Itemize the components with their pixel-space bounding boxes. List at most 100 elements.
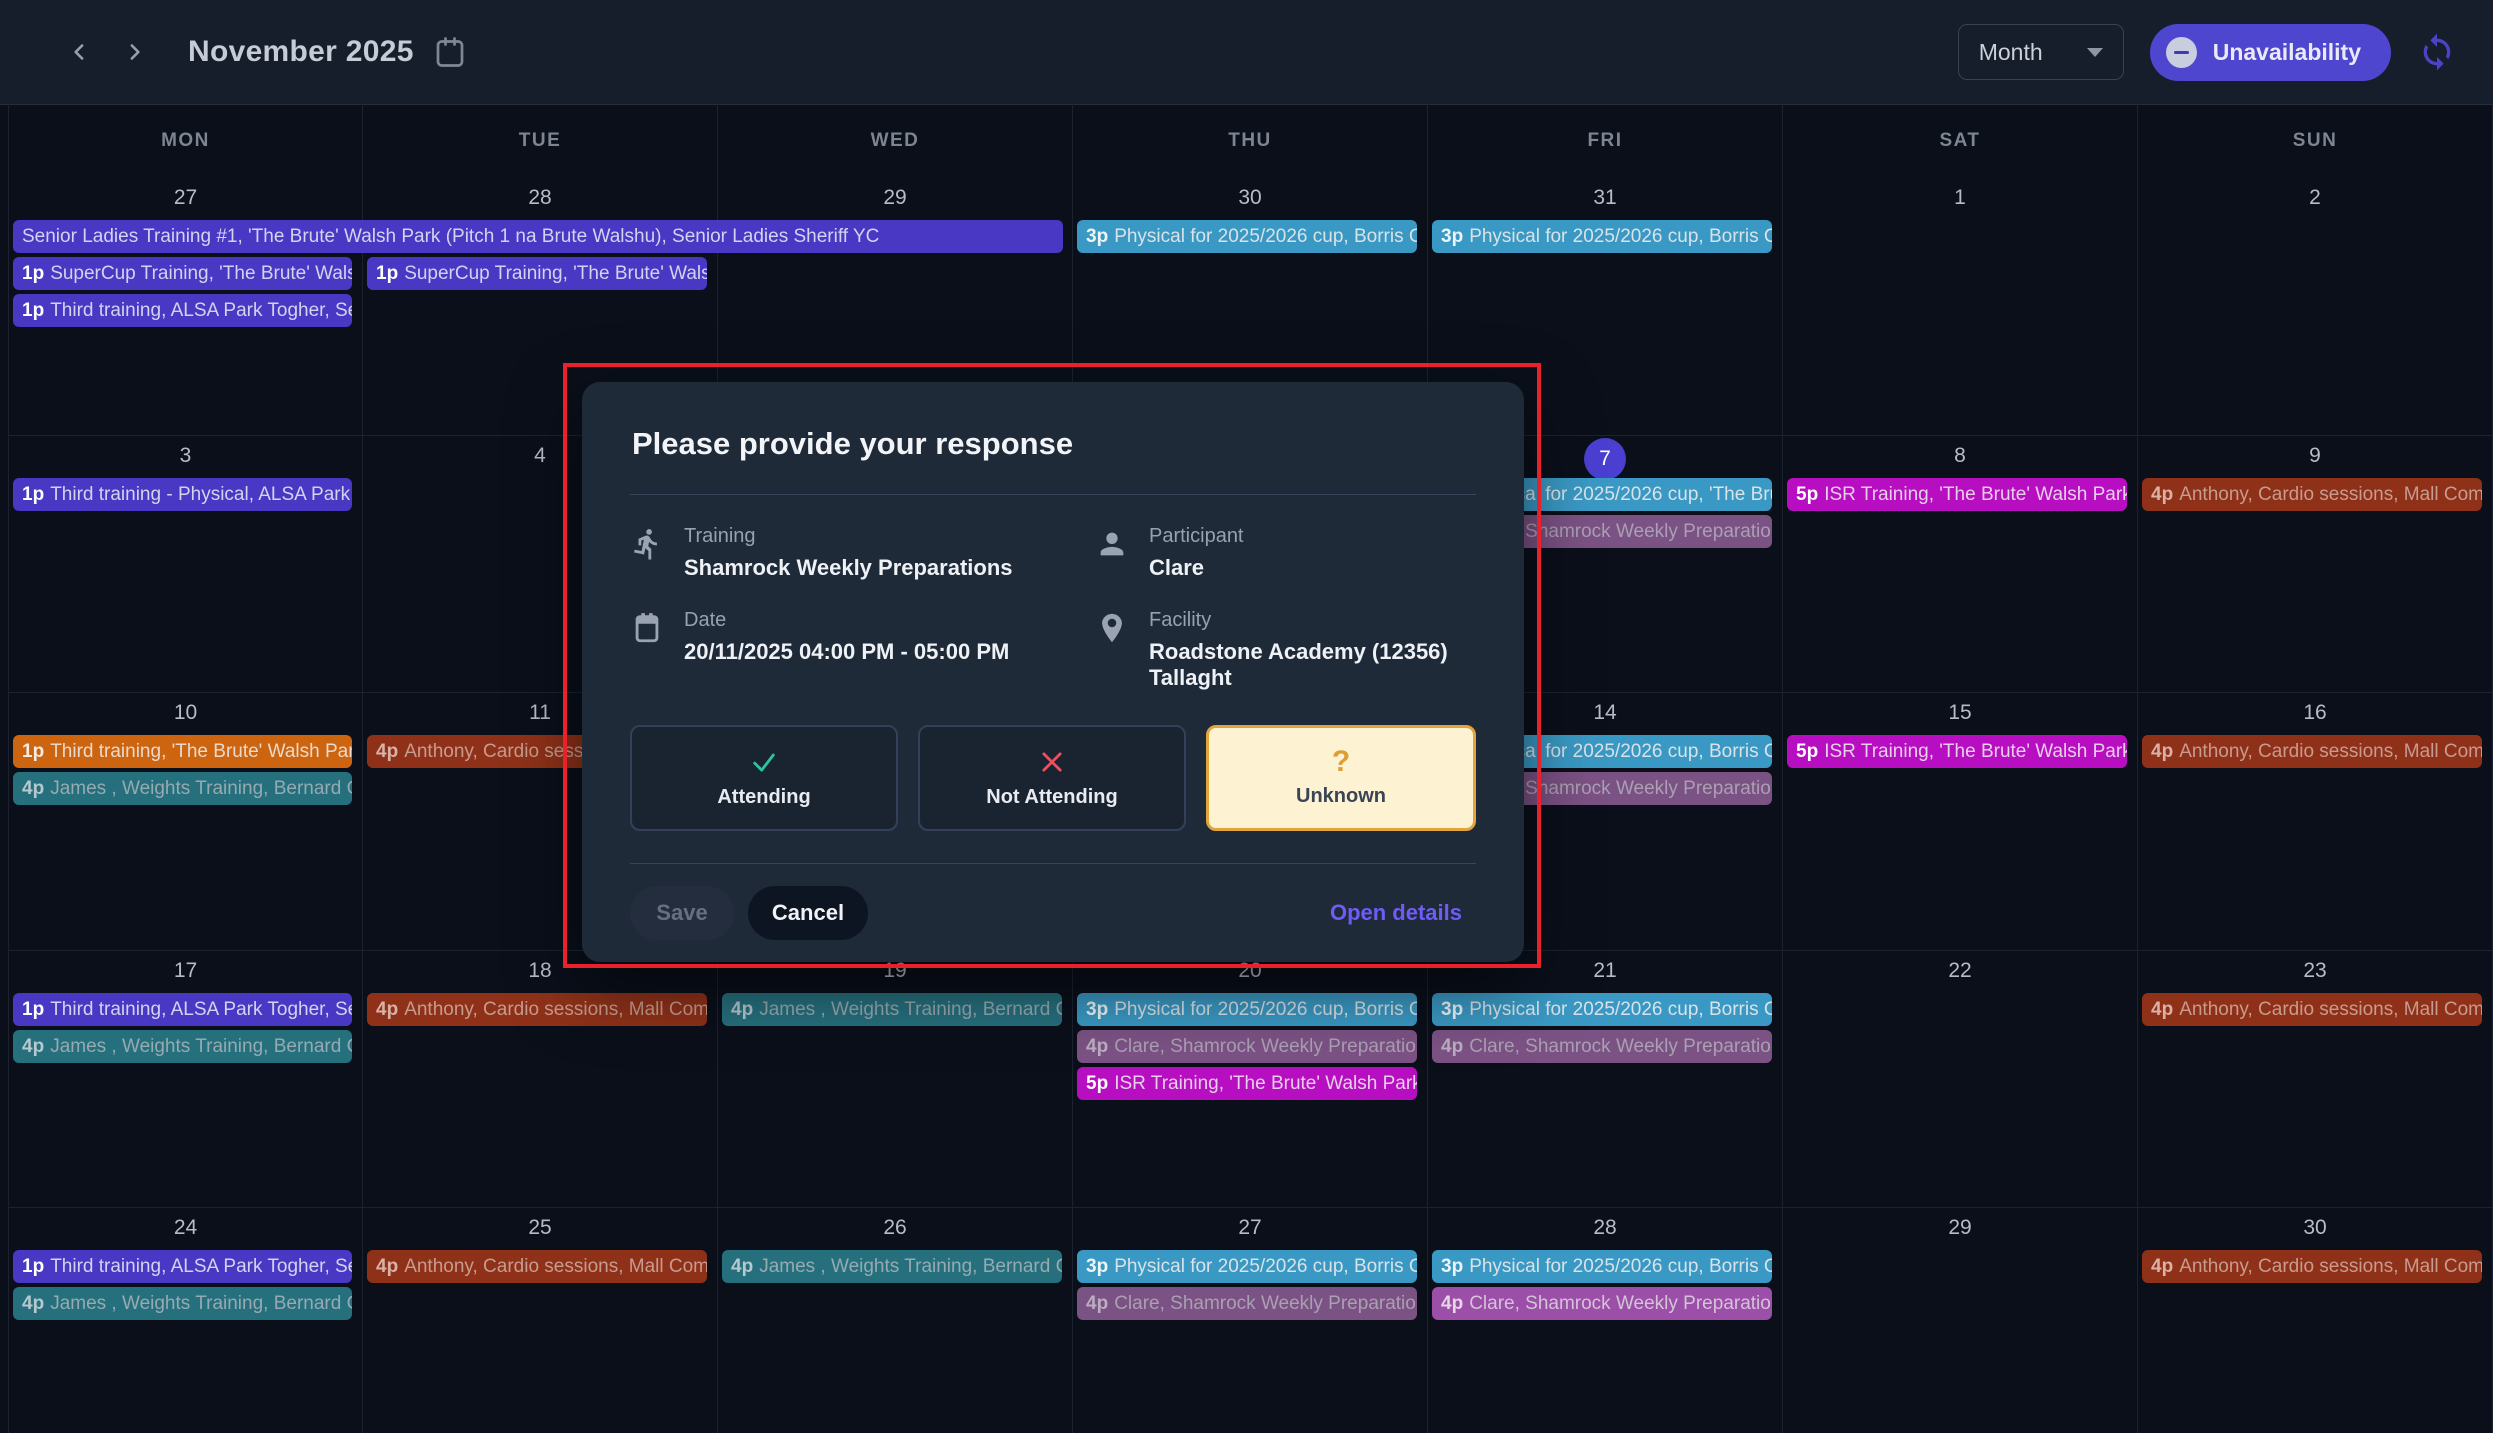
weekday-label: SUN	[2138, 104, 2493, 178]
page-title: November 2025	[188, 35, 414, 68]
event-chip[interactable]: 4pClare, Shamrock Weekly Preparation	[1432, 1287, 1772, 1320]
weekday-label: MON	[8, 104, 363, 178]
day-cell[interactable]: 25 4p Anthony, Cardio sessions, Mall Com	[363, 1208, 718, 1433]
unavailability-button[interactable]: Unavailability	[2149, 23, 2391, 81]
weekday-label: TUE	[363, 104, 718, 178]
event-chip[interactable]: 4p James , Weights Training, Bernard C	[13, 1287, 352, 1320]
participant-icon	[1100, 532, 1124, 556]
day-cell[interactable]: 27 3p Physical for 2025/2026 cup, Borris C…	[1073, 1208, 1428, 1433]
save-button[interactable]: Save	[630, 886, 734, 940]
field-value: Shamrock Weekly Preparations	[684, 555, 1013, 580]
minus-circle-icon	[2165, 36, 2197, 68]
date-number: 8	[1954, 444, 1966, 467]
day-cell[interactable]: 15 5p ISR Training, 'The Brute' Walsh Park	[1783, 693, 2138, 951]
training-field: Training Shamrock Weekly Preparations	[630, 525, 1095, 581]
field-label: Facility	[1149, 609, 1212, 631]
date-number: 28	[1593, 1216, 1617, 1239]
field-value: Roadstone Academy (12356) Tallaght	[1149, 639, 1448, 690]
unknown-option[interactable]: ? Unknown	[1206, 725, 1476, 831]
not-attending-option[interactable]: Not Attending	[918, 725, 1186, 831]
event-chip[interactable]: 4p Anthony, Cardio sessions, Mall Com	[2142, 735, 2482, 768]
date-number: 21	[1593, 959, 1617, 982]
event-chip[interactable]: 4pClare, Shamrock Weekly Preparation	[1077, 1287, 1417, 1320]
day-cell[interactable]: 3 1p Third training - Physical, ALSA Park …	[8, 436, 363, 693]
event-chip[interactable]: 5p ISR Training, 'The Brute' Walsh Park	[1787, 478, 2127, 511]
day-cell[interactable]: 24 1p Third training, ALSA Park Togher, Se…	[8, 1208, 363, 1433]
field-value: 20/11/2025 04:00 PM - 05:00 PM	[684, 639, 1010, 664]
event-chip[interactable]: 1p SuperCup Training, 'The Brute' Walsh	[367, 257, 707, 290]
event-chip[interactable]: 5p ISR Training, 'The Brute' Walsh Park	[1077, 1067, 1417, 1100]
event-chip[interactable]: 4p James , Weights Training, Bernard C	[13, 772, 352, 805]
day-cell[interactable]: 2	[2138, 178, 2493, 436]
open-details-link[interactable]: Open details	[1330, 900, 1462, 926]
attending-option[interactable]: Attending	[630, 725, 898, 831]
event-chip[interactable]: 1p SuperCup Training, 'The Brute' Walsh	[13, 257, 352, 290]
calendar-picker-icon[interactable]	[432, 34, 468, 70]
cross-icon	[1042, 751, 1062, 772]
day-cell[interactable]: 22	[1783, 951, 2138, 1208]
weekday-header: MON TUE WED THU FRI SAT SUN	[8, 104, 2493, 178]
event-chip[interactable]: Senior Ladies Training #1, 'The Brute' W…	[13, 220, 1063, 253]
next-month-button[interactable]	[112, 30, 156, 74]
date-number: 29	[1948, 1216, 1972, 1239]
day-cell[interactable]: 9 4p Anthony, Cardio sessions, Mall Com	[2138, 436, 2493, 693]
date-number: 17	[173, 959, 198, 982]
event-chip[interactable]: 4p Anthony, Cardio sessions, Mall Com	[2142, 478, 2482, 511]
day-cell[interactable]: 23 4p Anthony, Cardio sessions, Mall Com	[2138, 951, 2493, 1208]
calendar-app: November 2025 Month Unavailability MON TU…	[0, 0, 2493, 1433]
event-chip[interactable]: 4p James , Weights Training, Bernard C	[13, 1030, 352, 1063]
event-chip[interactable]: 3pPhysical for 2025/2026 cup, Borris C	[1077, 220, 1417, 253]
event-chip[interactable]: 1p Third training, 'The Brute' Walsh Park	[13, 735, 352, 768]
day-cell[interactable]: 18 4p Anthony, Cardio sessions, Mall Com	[363, 951, 718, 1208]
field-label: Participant	[1149, 525, 1244, 547]
day-cell[interactable]: 21 3p Physical for 2025/2026 cup, Borris C…	[1428, 951, 1783, 1208]
day-cell[interactable]: 27 Senior Ladies Training #1, 'The Brute'…	[8, 178, 1063, 436]
field-value: Clare	[1149, 555, 1205, 580]
event-chip[interactable]: 1p Third training, ALSA Park Togher, Ser	[13, 294, 352, 327]
prev-month-button[interactable]	[58, 30, 102, 74]
question-icon: ?	[1331, 744, 1351, 778]
day-cell[interactable]: 28 3p Physical for 2025/2026 cup, Borris C…	[1428, 1208, 1783, 1433]
date-number: 24	[173, 1216, 198, 1239]
event-chip[interactable]: 3pPhysical for 2025/2026 cup, Borris C	[1432, 993, 1772, 1026]
event-chip[interactable]: 4pClare, Shamrock Weekly Preparation	[1432, 1030, 1772, 1063]
day-cell[interactable]: 8 5p ISR Training, 'The Brute' Walsh Park	[1783, 436, 2138, 693]
day-cell[interactable]: 19 4p James , Weights Training, Bernard C	[718, 951, 1073, 1208]
event-chip[interactable]: 1p Third training, ALSA Park Togher, Ser	[13, 993, 352, 1026]
event-chip[interactable]: 1p Third training - Physical, ALSA Park T	[13, 478, 352, 511]
weekday-label: WED	[718, 104, 1073, 178]
event-chip[interactable]: 3pPhysical for 2025/2026 cup, Borris C	[1077, 1250, 1417, 1283]
day-cell[interactable]: 30 4p Anthony, Cardio sessions, Mall Com	[2138, 1208, 2493, 1433]
weekday-label: SAT	[1783, 104, 2138, 178]
event-chip[interactable]: 3pPhysical for 2025/2026 cup, Borris C	[1432, 220, 1772, 253]
date-number: 1	[1954, 186, 1966, 209]
modal-footer: Save Cancel Open details	[630, 886, 1476, 940]
event-chip[interactable]: 1p Third training, ALSA Park Togher, Ser	[13, 1250, 352, 1283]
event-chip[interactable]: 4pClare, Shamrock Weekly Preparation	[1077, 1030, 1417, 1063]
day-cell[interactable]: 26 4p James , Weights Training, Bernard C	[718, 1208, 1073, 1433]
cancel-button[interactable]: Cancel	[748, 886, 868, 940]
view-selector[interactable]: Month	[1957, 24, 2124, 80]
event-chip[interactable]: 4p Anthony, Cardio sessions, Mall Com	[367, 993, 707, 1026]
date-number: 29	[883, 186, 907, 209]
sync-icon[interactable]	[2417, 32, 2457, 72]
event-chip[interactable]: 4p James , Weights Training, Bernard C	[722, 1250, 1062, 1283]
event-chip[interactable]: 4p Anthony, Cardio sessions, Mall Com	[2142, 1250, 2482, 1283]
day-cell[interactable]: 29	[1783, 1208, 2138, 1433]
date-number: 23	[2303, 959, 2327, 982]
event-chip[interactable]: 4p James , Weights Training, Bernard C	[722, 993, 1062, 1026]
event-chip[interactable]: 5p ISR Training, 'The Brute' Walsh Park	[1787, 735, 2127, 768]
event-chip[interactable]: 3pPhysical for 2025/2026 cup, Borris C	[1077, 993, 1417, 1026]
day-cell[interactable]: 17 1p Third training, ALSA Park Togher, Se…	[8, 951, 363, 1208]
day-cell[interactable]: 10 1p Third training, 'The Brute' Walsh Pa…	[8, 693, 363, 951]
event-chip[interactable]: 4p Anthony, Cardio sessions, Mall Com	[2142, 993, 2482, 1026]
weekday-label: THU	[1073, 104, 1428, 178]
participant-field: Participant Clare	[1095, 525, 1476, 581]
day-cell[interactable]: 1	[1783, 178, 2138, 436]
event-chip[interactable]: 4p Anthony, Cardio sessions, Mall Com	[367, 1250, 707, 1283]
day-cell[interactable]: 16 4p Anthony, Cardio sessions, Mall Com	[2138, 693, 2493, 951]
day-cell[interactable]: 20 3p Physical for 2025/2026 cup, Borris C…	[1073, 951, 1428, 1208]
event-details: Training Shamrock Weekly Preparations Pa…	[630, 525, 1476, 691]
divider	[630, 494, 1476, 495]
event-chip[interactable]: 3pPhysical for 2025/2026 cup, Borris C	[1432, 1250, 1772, 1283]
